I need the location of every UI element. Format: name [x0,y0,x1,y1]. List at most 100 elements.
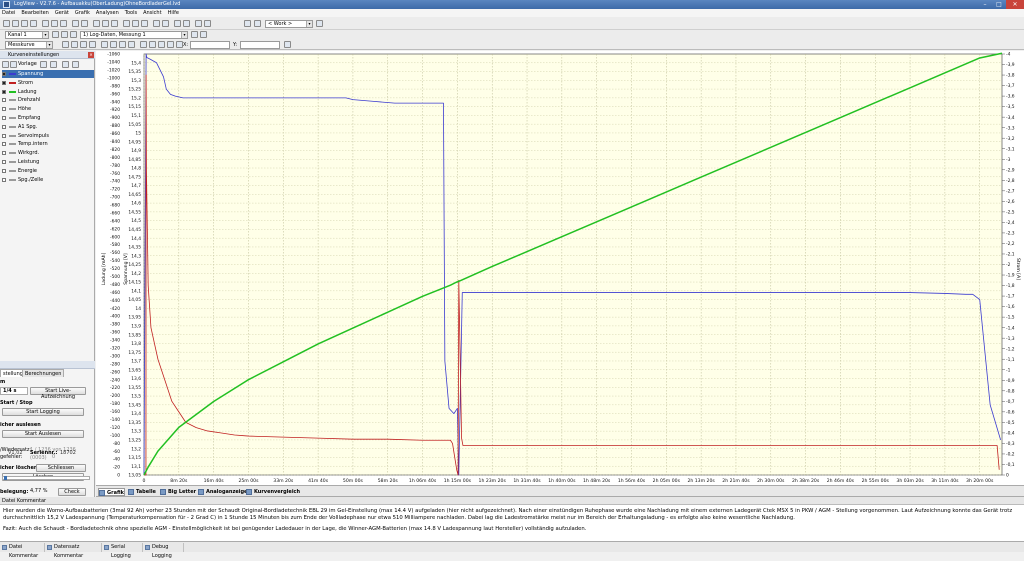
curve-checkbox[interactable] [2,124,6,129]
curve-tool-icon[interactable] [101,41,108,48]
progress-slider[interactable] [2,476,90,480]
curve-select[interactable]: Messkurve ▾ [5,41,53,49]
curve-checkbox[interactable] [2,160,6,164]
apply-icon[interactable] [284,41,291,48]
curve-color-swatch[interactable] [9,169,16,172]
menu-analysen[interactable]: Analysen [96,9,119,17]
tab-big-letter[interactable]: Big Letter [160,488,196,496]
tab-tabelle[interactable]: Tabelle [128,488,156,496]
curve-item[interactable]: Höhe [2,105,94,113]
curve-item[interactable]: Spg./Zelle [2,176,94,184]
curve-tool-icon[interactable] [80,41,87,48]
work-settings-icon[interactable] [316,20,323,27]
curve-checkbox[interactable] [2,107,6,112]
curve-color-swatch[interactable] [9,81,16,84]
curve-checkbox[interactable] [2,72,6,76]
start-read-button[interactable]: Start Auslesen [2,430,84,438]
chart-area[interactable]: 0 8m 20s 16m 40s 25m 00s 33m 20s 41m 40s 50m 0… [96,51,1024,485]
zoom-fit-icon[interactable] [111,20,118,27]
curve-item[interactable]: Servoimpuls [2,132,94,140]
curve-tool-icon[interactable] [119,41,126,48]
tab-grafik[interactable]: Grafik [98,488,125,496]
marker-icon[interactable] [141,20,148,27]
curve-tool-icon[interactable] [110,41,117,48]
curve-item[interactable]: A1 Spg. [2,123,94,131]
curve-tool-icon[interactable] [40,61,47,68]
arrow-right-icon[interactable] [254,20,261,27]
curve-color-swatch[interactable] [9,108,16,111]
curve-checkbox[interactable] [2,168,6,173]
check-button[interactable]: Check [58,488,86,496]
menu-datei[interactable]: Datei [2,9,15,17]
template-label[interactable]: Vorlage [18,60,37,68]
curve-item[interactable]: Wirkgrd. [2,149,94,157]
folder-icon[interactable] [2,61,9,68]
curve-color-swatch[interactable] [9,99,16,102]
start-live-button[interactable]: Start Live-Aufzeichnung [30,387,86,400]
tab-analoganzeige[interactable]: Analoganzeige [198,488,247,496]
curve-checkbox[interactable] [2,89,6,94]
menu-hilfe[interactable]: Hilfe [168,9,179,17]
curve-checkbox[interactable] [2,142,6,147]
menu-bearbeiten[interactable]: Bearbeiten [21,9,48,17]
curve-item[interactable]: Strom [2,79,94,87]
close-button[interactable]: Schliessen [36,464,86,472]
channel-select[interactable]: Kanal 1 ▾ [5,31,49,39]
new-file-icon[interactable] [3,20,10,27]
print-icon[interactable] [30,20,37,27]
curve-color-swatch[interactable] [9,134,16,137]
curve-tool-icon[interactable] [50,61,57,68]
curve-tool-icon[interactable] [62,61,69,68]
curve-checkbox[interactable] [2,151,6,156]
start-logging-button[interactable]: Start Logging [2,408,84,416]
next-record-icon[interactable] [191,31,198,38]
y-value-field[interactable] [240,41,280,49]
zoom-out-icon[interactable] [102,20,109,27]
menu-grafik[interactable]: Grafik [75,9,90,17]
minimize-icon[interactable]: – [978,0,992,9]
curve-color-swatch[interactable] [9,125,16,128]
cursor-icon[interactable] [123,20,130,27]
chart-icon[interactable] [195,20,202,27]
paste-icon[interactable] [60,20,67,27]
settings-icon[interactable] [81,20,88,27]
curve-checkbox[interactable] [2,177,6,182]
tab-file-comment[interactable]: Datei Kommentar [1,543,45,559]
tab-calculations[interactable]: Berechnungen [22,369,65,377]
curve-tool-icon[interactable] [128,41,135,48]
curve-tool-icon[interactable] [62,41,69,48]
curve-checkbox[interactable] [2,98,6,103]
curve-item[interactable]: Temp.intern [2,140,94,148]
curve-color-swatch[interactable] [9,73,16,75]
curve-checkbox[interactable] [2,116,6,120]
close-icon[interactable]: ✕ [1006,0,1024,9]
curve-tool-icon[interactable] [158,41,165,48]
device-icon[interactable] [72,20,79,27]
curve-tool-icon[interactable] [149,41,156,48]
save-icon[interactable] [21,20,28,27]
zoom-in-icon[interactable] [93,20,100,27]
first-record-icon[interactable] [61,31,68,38]
prev-record-icon[interactable] [70,31,77,38]
grid-icon[interactable] [153,20,160,27]
curve-color-swatch[interactable] [9,143,16,146]
curve-tool-icon[interactable] [167,41,174,48]
curve-tool-icon[interactable] [71,41,78,48]
curve-checkbox[interactable] [2,80,6,85]
curve-item[interactable]: Empfang [2,114,94,122]
copy-icon[interactable] [51,20,58,27]
menu-ansicht[interactable]: Ansicht [143,9,161,17]
legend-icon[interactable] [162,20,169,27]
tab-debug-logging[interactable]: Debug Logging [144,543,184,559]
save-icon[interactable] [10,61,17,68]
menu-geraet[interactable]: Gerät [55,9,69,17]
menu-tools[interactable]: Tools [125,9,137,17]
curve-tool-icon[interactable] [176,41,183,48]
work-select[interactable]: < Work > ▾ [265,20,313,28]
curve-color-swatch[interactable] [9,117,16,119]
curve-checkbox[interactable] [2,133,6,138]
last-record-icon[interactable] [200,31,207,38]
curve-item[interactable]: Drehzahl [2,96,94,104]
slider-handle[interactable] [4,476,7,480]
curve-tool-icon[interactable] [140,41,147,48]
